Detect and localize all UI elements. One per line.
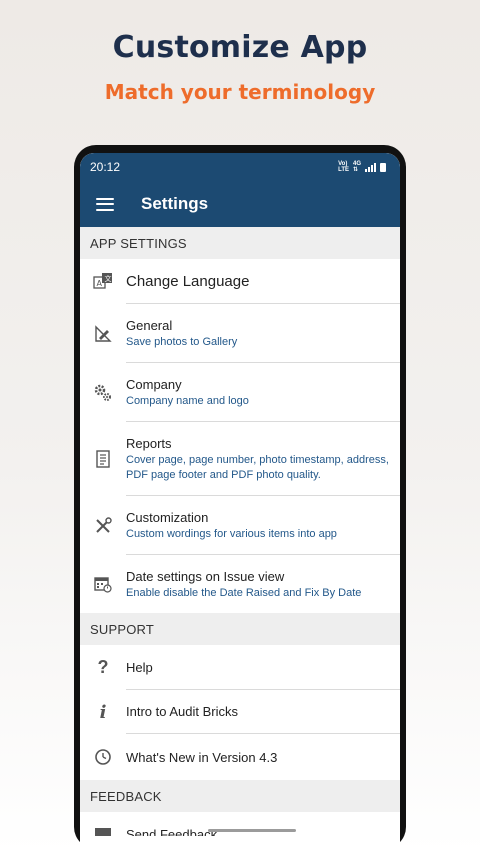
settings-item-customization[interactable]: Customization Custom wordings for variou… (80, 496, 400, 555)
item-subtitle: Custom wordings for various items into a… (126, 527, 337, 540)
status-icons: Vo) LTE 4G ⇅ (338, 161, 386, 173)
volte-icon: Vo) LTE (338, 161, 349, 173)
translate-icon: A 文 (80, 272, 126, 292)
promo-subtitle: Match your terminology (104, 80, 376, 104)
phone-frame: 20:12 Vo) LTE 4G ⇅ Settings APP SETTINGS… (74, 145, 406, 849)
settings-item-company[interactable]: Company Company name and logo (80, 363, 400, 422)
settings-item-reports[interactable]: Reports Cover page, page number, photo t… (80, 422, 400, 496)
item-title: Change Language (126, 272, 250, 290)
item-subtitle: Cover page, page number, photo timestamp… (126, 453, 389, 481)
item-subtitle: Save photos to Gallery (126, 335, 238, 348)
app-bar: Settings (80, 181, 400, 227)
support-item-intro[interactable]: i Intro to Audit Bricks (80, 690, 400, 734)
promo-title: Customize App (112, 30, 368, 65)
battery-icon (380, 162, 386, 172)
page-title: Settings (141, 194, 209, 213)
item-title: Intro to Audit Bricks (126, 704, 238, 719)
svg-text:文: 文 (105, 274, 112, 283)
item-title: Company (126, 376, 182, 392)
item-title: Date settings on Issue view (126, 568, 285, 584)
svg-text:A: A (97, 279, 103, 288)
item-title: General (126, 317, 173, 333)
message-icon (80, 824, 126, 836)
settings-item-change-language[interactable]: A 文 Change Language (80, 259, 400, 304)
settings-item-general[interactable]: General Save photos to Gallery (80, 304, 400, 363)
ruler-pencil-icon (80, 324, 126, 343)
home-indicator[interactable] (208, 829, 296, 832)
document-icon (80, 450, 126, 468)
item-subtitle: Company name and logo (126, 394, 249, 407)
status-bar: 20:12 Vo) LTE 4G ⇅ (80, 153, 400, 181)
info-icon: i (99, 701, 107, 723)
support-item-help[interactable]: ? Help (80, 645, 400, 690)
network-type-icon: 4G ⇅ (352, 161, 361, 173)
item-title: Send Feedback (126, 827, 218, 836)
section-header-feedback: FEEDBACK (80, 780, 400, 812)
item-title: Reports (126, 435, 172, 451)
section-header-app-settings: APP SETTINGS (80, 227, 400, 259)
item-subtitle: Enable disable the Date Raised and Fix B… (126, 586, 362, 599)
phone-screen: 20:12 Vo) LTE 4G ⇅ Settings APP SETTINGS… (80, 153, 400, 849)
signal-icon (365, 162, 376, 172)
support-item-whats-new[interactable]: What's New in Version 4.3 (80, 734, 400, 780)
status-time: 20:12 (90, 160, 121, 174)
settings-item-date-settings[interactable]: Date settings on Issue view Enable disab… (80, 555, 400, 613)
feedback-item-send-feedback[interactable]: Send Feedback (80, 812, 400, 836)
section-header-support: SUPPORT (80, 613, 400, 645)
gears-icon (80, 383, 126, 403)
item-title: Customization (126, 509, 209, 525)
tools-icon (80, 516, 126, 535)
question-icon: ? (97, 657, 109, 677)
item-title: What's New in Version 4.3 (126, 749, 278, 765)
clock-icon (80, 748, 126, 766)
calendar-icon (80, 575, 126, 593)
menu-icon[interactable] (96, 197, 114, 211)
item-title: Help (126, 659, 153, 675)
